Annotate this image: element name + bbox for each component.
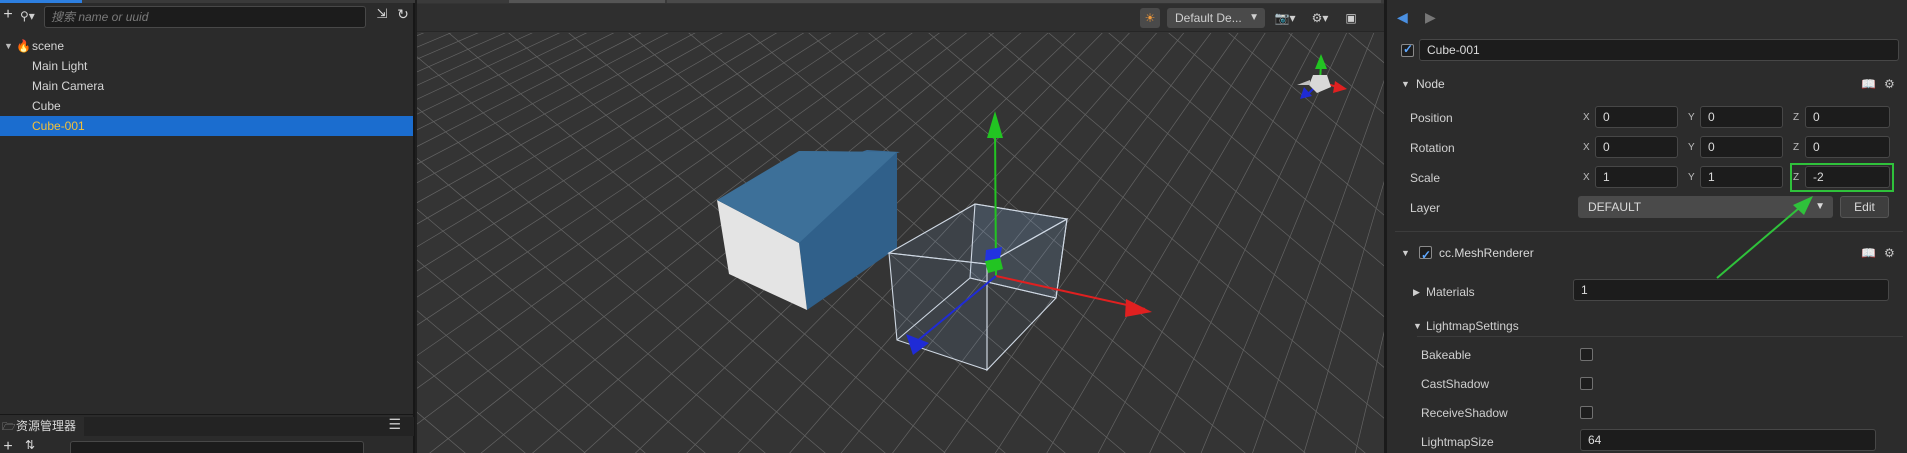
tree-node-label: Cube-001 — [32, 119, 85, 133]
hierarchy-toolbar: + ⚲▾ ⇲ ↻ — [0, 4, 415, 32]
tree-node-main-camera[interactable]: Main Camera — [0, 76, 413, 96]
flame-icon: 🔥 — [16, 39, 31, 53]
grid-line — [1303, 180, 1384, 453]
hierarchy-panel: + ⚲▾ ⇲ ↻ ▼ 🔥 scene Main Light Main Camer… — [0, 0, 415, 453]
scene-grid — [417, 33, 1384, 453]
assets-tab[interactable]: 🗁 资源管理器 — [0, 415, 82, 438]
camera-select-value: Default De... — [1175, 11, 1242, 25]
tree-node-label: Main Light — [32, 59, 88, 73]
tab-segment — [667, 0, 1381, 3]
grid-line — [417, 33, 425, 36]
active-tab-indicator — [0, 0, 82, 3]
expand-caret-icon[interactable]: ▼ — [4, 36, 13, 56]
grid-line — [1355, 331, 1384, 453]
sun-icon[interactable]: ☀ — [1140, 8, 1160, 28]
folder-icon: 🗁 — [2, 421, 16, 433]
search-type-dropdown[interactable]: ⚲▾ — [20, 9, 44, 25]
camera-icon[interactable]: 📷▾ — [1272, 8, 1298, 28]
gear-icon[interactable]: ⚙▾ — [1306, 8, 1334, 28]
grid-line — [417, 33, 479, 60]
grid-line — [1046, 33, 1293, 453]
tab-bar-empty — [84, 417, 414, 436]
scene-view[interactable]: ☀ Default De... ▼ 📷▾ ⚙▾ ▣ — [417, 0, 1384, 453]
grid-line — [1097, 33, 1320, 453]
cube-mesh — [717, 150, 900, 310]
grid-line — [417, 157, 766, 453]
hamburger-menu-icon[interactable]: ☰ — [388, 416, 401, 433]
grid-line — [1348, 33, 1384, 64]
tree-node-label: Cube — [32, 99, 61, 113]
assets-tab-label: 资源管理器 — [16, 419, 77, 433]
node-tree: ▼ 🔥 scene Main Light Main Camera Cube Cu… — [0, 36, 413, 136]
tree-node-label: scene — [32, 39, 65, 53]
scene-tab-strip — [417, 0, 1384, 3]
add-node-button[interactable]: + — [0, 6, 16, 24]
grid-line — [417, 411, 466, 453]
sort-icon[interactable]: ⇅ — [22, 438, 38, 452]
scene-toolbar: ☀ Default De... ▼ 📷▾ ⚙▾ ▣ — [417, 4, 1384, 32]
hierarchy-search-input[interactable] — [51, 9, 351, 25]
grid-line — [1168, 33, 1384, 216]
plus-icon[interactable]: + — [0, 438, 16, 453]
assets-toolbar: + ⇅ — [0, 438, 413, 453]
maximize-icon[interactable]: ▣ — [1341, 8, 1361, 28]
inspector-panel: ◀ ▶ ▼ Node 📖 ⚙ Position X Y Z Rotation X… — [1384, 0, 1907, 453]
panel-tab-strip — [0, 0, 415, 3]
grid-line — [417, 361, 526, 453]
camera-select[interactable]: Default De... ▼ — [1167, 8, 1265, 28]
grid-line — [417, 310, 586, 453]
scene-canvas[interactable] — [417, 33, 1384, 453]
grid-line — [417, 33, 452, 48]
grid-line — [1108, 33, 1384, 267]
collapse-arrows-icon[interactable]: ⇲ — [374, 6, 390, 22]
chevron-down-icon: ▼ — [1249, 12, 1259, 23]
hierarchy-search[interactable] — [44, 6, 366, 28]
tree-node-label: Main Camera — [32, 79, 105, 93]
annotation-arrow — [1716, 196, 1813, 279]
grid-line — [1288, 33, 1384, 114]
assets-search[interactable] — [70, 441, 364, 453]
tree-node-main-light[interactable]: Main Light — [0, 56, 413, 76]
tab-segment — [509, 0, 665, 3]
tree-node-cube-001[interactable]: Cube-001 — [0, 116, 413, 136]
tree-node-cube[interactable]: Cube — [0, 96, 413, 116]
refresh-icon[interactable]: ↻ — [395, 6, 411, 23]
grid-line — [1228, 33, 1384, 165]
grid-line — [1048, 33, 1384, 318]
grid-line — [417, 259, 646, 453]
tree-root-scene[interactable]: ▼ 🔥 scene — [0, 36, 413, 56]
assets-panel-header: 🗁 资源管理器 ☰ — [0, 414, 414, 438]
